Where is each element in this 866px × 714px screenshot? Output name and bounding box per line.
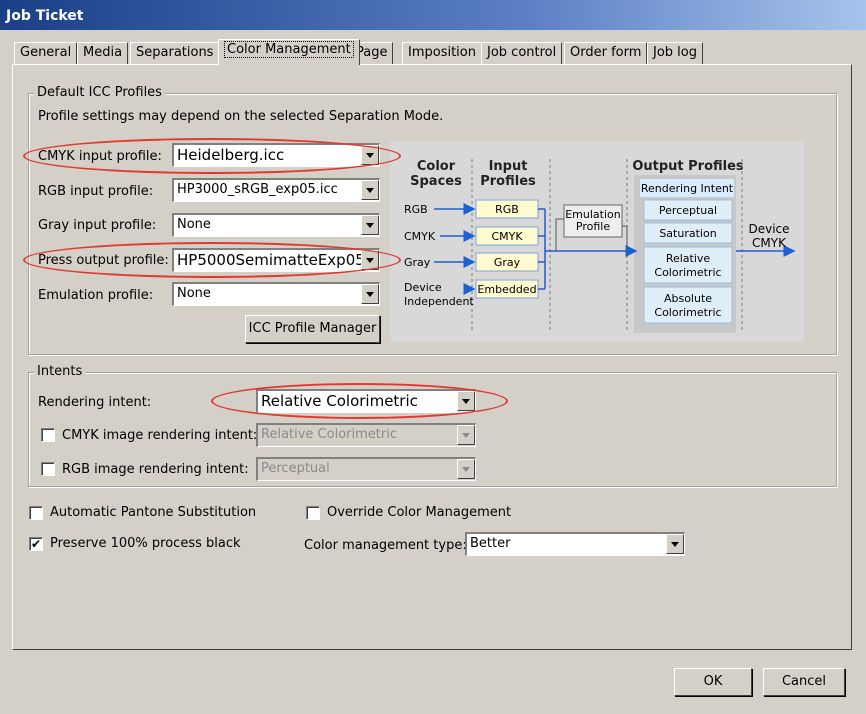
cmyk-input-label: CMYK input profile: bbox=[38, 149, 162, 164]
rgb-image-intent-checkbox[interactable] bbox=[41, 462, 55, 476]
cmyk-image-intent-label: CMYK image rendering intent: bbox=[62, 428, 258, 443]
auto-pantone-checkbox[interactable] bbox=[29, 506, 43, 520]
tab-media[interactable]: Media bbox=[77, 42, 129, 64]
tab-color-management[interactable]: Color Management bbox=[218, 39, 360, 65]
select-value: HP5000SemimatteExp05 bbox=[177, 251, 365, 269]
input-label: CMYK bbox=[491, 230, 523, 243]
chevron-down-icon[interactable] bbox=[666, 534, 684, 554]
tab-label: Order form bbox=[570, 45, 642, 60]
auto-pantone-label: Automatic Pantone Substitution bbox=[50, 505, 257, 520]
input-profiles-heading: Input bbox=[489, 159, 528, 174]
intents-group-title: Intents bbox=[34, 364, 86, 379]
rendering-intent-label: Rendering Intent bbox=[641, 182, 734, 195]
color-flow-diagram: Color Spaces Input Profiles Output Profi… bbox=[390, 141, 804, 342]
cmyk-image-intent-select[interactable]: Relative Colorimetric bbox=[256, 423, 476, 447]
emulation-select[interactable]: None bbox=[172, 282, 380, 306]
select-value: Better bbox=[470, 536, 511, 551]
intent-label: Relative bbox=[666, 252, 711, 265]
tab-label: Color Management bbox=[224, 41, 354, 58]
device-label: Device bbox=[748, 222, 789, 236]
cmyk-image-intent-checkbox[interactable] bbox=[41, 428, 55, 442]
chevron-down-icon[interactable] bbox=[457, 459, 475, 479]
tab-general[interactable]: General bbox=[14, 42, 78, 64]
select-value: Relative Colorimetric bbox=[261, 392, 418, 410]
tab-label: Page bbox=[356, 45, 388, 60]
rgb-input-select[interactable]: HP3000_sRGB_exp05.icc bbox=[172, 178, 380, 202]
preserve-black-checkbox[interactable]: ✔ bbox=[29, 537, 43, 551]
select-value: None bbox=[177, 217, 211, 232]
tab-label: Job log bbox=[653, 45, 697, 60]
chevron-down-icon[interactable] bbox=[457, 425, 475, 445]
icc-group-title: Default ICC Profiles bbox=[34, 85, 165, 100]
chevron-down-icon[interactable] bbox=[361, 145, 379, 165]
tab-label: General bbox=[20, 45, 72, 60]
tab-order-form[interactable]: Order form bbox=[564, 42, 648, 64]
emulation-label: Emulation profile: bbox=[38, 288, 154, 303]
select-value: Relative Colorimetric bbox=[261, 427, 397, 442]
intent-label: Colorimetric bbox=[654, 306, 721, 319]
window-title: Job Ticket bbox=[0, 0, 866, 30]
gray-input-label: Gray input profile: bbox=[38, 218, 157, 233]
color-spaces-heading: Color bbox=[417, 159, 456, 174]
rgb-image-intent-label: RGB image rendering intent: bbox=[62, 462, 249, 477]
cmyk-input-select[interactable]: Heidelberg.icc bbox=[172, 143, 380, 167]
input-profiles-heading: Profiles bbox=[480, 174, 536, 189]
chevron-down-icon[interactable] bbox=[361, 250, 379, 270]
emulation-label: Profile bbox=[576, 220, 610, 233]
select-value: None bbox=[177, 286, 211, 301]
tab-separations[interactable]: Separations bbox=[130, 42, 220, 64]
space-label: Device bbox=[404, 281, 442, 294]
override-cm-checkbox[interactable] bbox=[306, 506, 320, 520]
device-label: CMYK bbox=[752, 236, 787, 250]
icc-profile-manager-button[interactable]: ICC Profile Manager bbox=[245, 315, 380, 343]
tab-job-control[interactable]: Job control bbox=[481, 42, 563, 64]
ok-button[interactable]: OK bbox=[674, 668, 752, 696]
input-label: RGB bbox=[495, 203, 519, 216]
tab-label: Media bbox=[83, 45, 123, 60]
tab-label: Job control bbox=[487, 45, 557, 60]
rendering-intent-select[interactable]: Relative Colorimetric bbox=[256, 389, 476, 413]
space-label: Gray bbox=[404, 256, 431, 269]
tab-label: Separations bbox=[136, 45, 214, 60]
press-output-label: Press output profile: bbox=[38, 253, 169, 268]
cancel-button[interactable]: Cancel bbox=[763, 668, 845, 696]
select-value: Heidelberg.icc bbox=[177, 146, 285, 164]
gray-input-select[interactable]: None bbox=[172, 213, 380, 237]
intent-label: Perceptual bbox=[659, 204, 717, 217]
input-label: Gray bbox=[494, 256, 521, 269]
profile-note: Profile settings may depend on the selec… bbox=[38, 109, 444, 124]
output-profiles-heading: Output Profiles bbox=[632, 159, 744, 174]
space-label: Independent bbox=[404, 295, 474, 308]
chevron-down-icon[interactable] bbox=[361, 215, 379, 235]
override-cm-label: Override Color Management bbox=[327, 505, 512, 520]
rendering-intent-label: Rendering intent: bbox=[38, 395, 152, 410]
intent-label: Colorimetric bbox=[654, 266, 721, 279]
rgb-image-intent-select[interactable]: Perceptual bbox=[256, 457, 476, 481]
input-label: Embedded bbox=[477, 283, 536, 296]
cm-type-select[interactable]: Better bbox=[465, 532, 685, 556]
chevron-down-icon[interactable] bbox=[457, 391, 475, 411]
color-spaces-heading: Spaces bbox=[410, 174, 462, 189]
chevron-down-icon[interactable] bbox=[361, 180, 379, 200]
space-label: CMYK bbox=[404, 230, 436, 243]
rgb-input-label: RGB input profile: bbox=[38, 184, 154, 199]
tab-job-log[interactable]: Job log bbox=[647, 42, 703, 64]
select-value: Perceptual bbox=[261, 461, 330, 476]
preserve-black-label: Preserve 100% process black bbox=[50, 536, 241, 551]
chevron-down-icon[interactable] bbox=[361, 284, 379, 304]
tab-imposition[interactable]: Imposition bbox=[402, 42, 482, 64]
cm-type-label: Color management type: bbox=[304, 538, 467, 553]
intent-label: Absolute bbox=[664, 292, 712, 305]
tab-label: Imposition bbox=[408, 45, 476, 60]
press-output-select[interactable]: HP5000SemimatteExp05 bbox=[172, 248, 380, 272]
select-value: HP3000_sRGB_exp05.icc bbox=[177, 182, 338, 197]
space-label: RGB bbox=[404, 203, 428, 216]
intent-label: Saturation bbox=[659, 227, 716, 240]
